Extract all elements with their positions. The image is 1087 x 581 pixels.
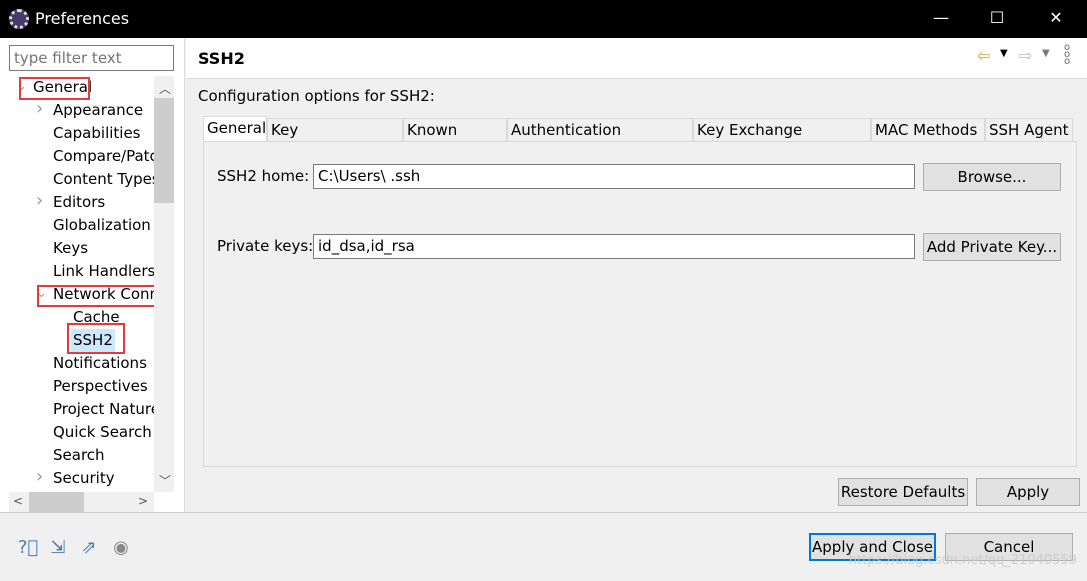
tree-item[interactable]: Link Handlers <box>51 260 154 283</box>
tree-item[interactable]: Quick Search <box>51 421 154 444</box>
tree-item[interactable]: Appearance <box>51 99 145 122</box>
ssh2-home-label: SSH2 home: <box>217 167 310 185</box>
record-icon[interactable]: ◉ <box>110 537 132 559</box>
collapse-chevron-icon[interactable]: › <box>36 190 43 211</box>
page-header: SSH2 ⇦ ▼ ⇨ ▼ ooo <box>186 38 1087 79</box>
tree-item[interactable]: Editors <box>51 191 107 214</box>
collapse-chevron-icon[interactable]: › <box>36 98 43 119</box>
ssh2-home-input[interactable]: C:\Users\ .ssh <box>313 164 915 189</box>
tree-item[interactable]: Perspectives <box>51 375 150 398</box>
tab-authentication-methods[interactable]: Authentication Methods <box>507 118 693 161</box>
tree-item[interactable]: Search <box>51 444 107 467</box>
collapse-chevron-icon[interactable]: › <box>36 466 43 487</box>
help-icon[interactable]: ?⃝ <box>17 537 39 559</box>
forward-menu-chevron-icon[interactable]: ▼ <box>1042 48 1050 59</box>
highlight-box <box>67 323 125 354</box>
private-keys-input[interactable]: id_dsa,id_rsa <box>313 234 915 259</box>
apply-button[interactable]: Apply <box>976 478 1080 506</box>
scroll-up-icon[interactable]: ︿ <box>159 80 171 97</box>
tree-item[interactable]: Content Types <box>51 168 154 191</box>
scroll-left-icon[interactable]: < <box>13 494 23 508</box>
tree-item[interactable]: Compare/Patch <box>51 145 154 168</box>
tab-general[interactable]: General <box>203 116 267 142</box>
scrollbar-thumb[interactable] <box>154 98 174 203</box>
forward-arrow-icon[interactable]: ⇨ <box>1019 46 1032 65</box>
more-options-icon[interactable]: ooo <box>1064 43 1070 67</box>
tree-item[interactable]: Globalization <box>51 214 153 237</box>
tab-mac-methods[interactable]: MAC Methods <box>871 118 985 142</box>
filter-input[interactable] <box>9 45 174 71</box>
title-bar: Preferences — ☐ ✕ <box>0 0 1087 38</box>
tab-known-hosts[interactable]: Known Hosts <box>403 118 507 161</box>
back-menu-chevron-icon[interactable]: ▼ <box>1000 48 1008 59</box>
scrollbar-thumb[interactable] <box>29 492 84 512</box>
watermark: https://blog.csdn.net/qq_21040559 <box>848 553 1077 568</box>
close-button[interactable]: ✕ <box>1046 8 1066 28</box>
restore-defaults-button[interactable]: Restore Defaults <box>838 478 968 506</box>
scroll-right-icon[interactable]: > <box>138 494 148 508</box>
page-title: SSH2 <box>198 49 245 68</box>
export-icon[interactable]: ⇗ <box>78 537 100 559</box>
maximize-button[interactable]: ☐ <box>987 8 1007 28</box>
tab-key-management[interactable]: Key Management <box>267 118 403 161</box>
tree-item[interactable]: Security <box>51 467 117 490</box>
tree-item[interactable]: Notifications <box>51 352 149 375</box>
browse-button[interactable]: Browse... <box>923 163 1061 191</box>
highlight-box <box>19 77 90 100</box>
highlight-box <box>37 285 171 307</box>
tab-key-exchange-methods[interactable]: Key Exchange Methods <box>693 118 871 161</box>
import-icon[interactable]: ⇲ <box>47 537 69 559</box>
tree-item[interactable]: Capabilities <box>51 122 143 145</box>
minimize-button[interactable]: — <box>931 8 951 28</box>
tree-item[interactable]: Project Natures <box>51 398 154 421</box>
back-arrow-icon[interactable]: ⇦ <box>977 46 990 65</box>
eclipse-icon <box>9 9 29 29</box>
private-keys-label: Private keys: <box>217 237 314 255</box>
tab-ssh-agent[interactable]: SSH Agent <box>985 118 1073 142</box>
tree-item[interactable]: Keys <box>51 237 90 260</box>
scroll-down-icon[interactable]: ﹀ <box>159 472 171 489</box>
add-private-key-button[interactable]: Add Private Key... <box>923 233 1061 261</box>
page-description: Configuration options for SSH2: <box>198 87 435 105</box>
window-title: Preferences <box>35 9 130 28</box>
